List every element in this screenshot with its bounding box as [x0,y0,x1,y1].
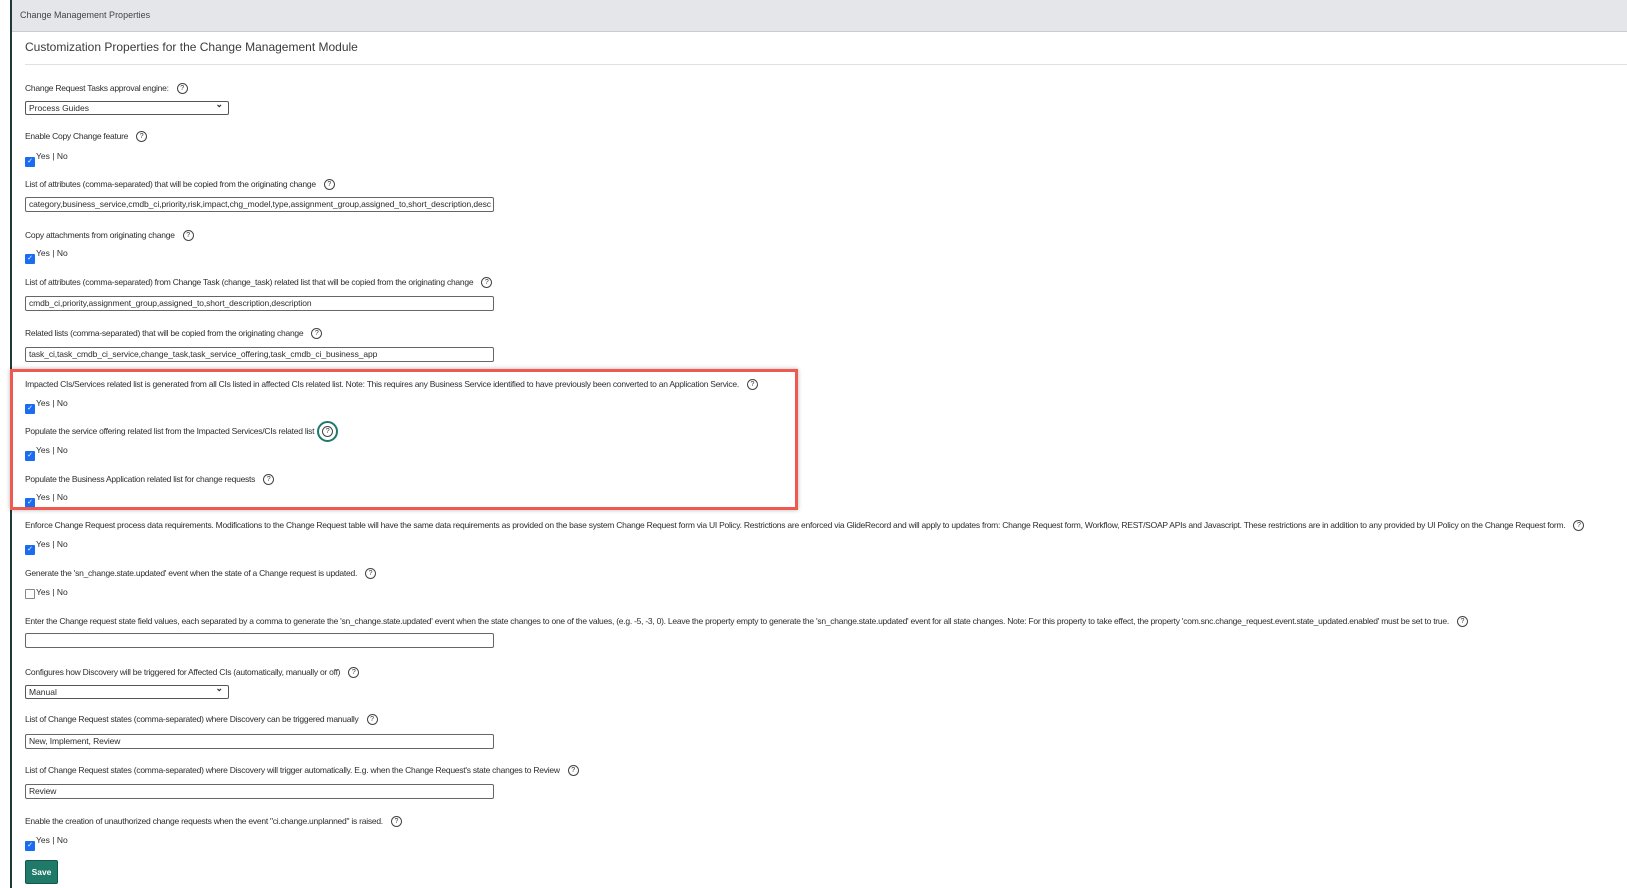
property-text-input[interactable]: category,business_service,cmdb_ci,priori… [25,197,494,212]
property-text-input[interactable]: Review [25,784,494,799]
select-value: Manual [29,687,57,697]
divider [25,64,1627,65]
help-icon[interactable]: ? [176,83,188,95]
no-label: No [56,587,68,597]
header-title: Change Management Properties [20,10,151,20]
separator: | [49,248,57,258]
property-label: List of Change Request states (comma-sep… [25,714,378,726]
yes-no-toggle: ✓Yes | No [25,248,68,264]
chevron-down-icon: ⌄ [215,683,223,693]
yes-label: Yes [36,835,50,845]
chevron-down-icon: ⌄ [215,99,223,109]
property-text-input[interactable] [25,633,494,648]
separator: | [49,587,57,597]
property-checkbox[interactable]: ✓ [25,254,35,264]
yes-label: Yes [36,151,50,161]
yes-no-toggle: ✓Yes | No [25,151,68,167]
property-label-text: Configures how Discovery will be trigger… [25,667,341,677]
page-header: Change Management Properties [12,0,1627,32]
no-label: No [56,151,68,161]
no-label: No [56,539,68,549]
yes-label: Yes [36,587,50,597]
property-label-text: Copy attachments from originating change [25,230,175,240]
property-checkbox[interactable]: ✓ [25,545,35,555]
property-label: Enable Copy Change feature? [25,131,148,143]
help-icon[interactable]: ? [182,230,194,242]
yes-label: Yes [36,539,50,549]
help-icon[interactable]: ? [311,328,323,340]
property-text-input[interactable]: New, Implement, Review [25,734,494,749]
property-checkbox[interactable]: ✓ [25,157,35,167]
property-label: Generate the 'sn_change.state.updated' e… [25,568,377,580]
property-label-text: Enter the Change request state field val… [25,616,1449,626]
highlight-box [10,369,798,510]
help-icon[interactable]: ? [567,765,579,777]
property-label: Related lists (comma-separated) that wil… [25,328,323,340]
yes-label: Yes [36,248,50,258]
yes-no-toggle: Yes | No [25,587,68,599]
property-label: Enforce Change Request process data requ… [25,520,1585,532]
property-label: Configures how Discovery will be trigger… [25,667,360,679]
property-label: List of attributes (comma-separated) tha… [25,179,335,191]
page-title: Customization Properties for the Change … [25,40,358,54]
help-icon[interactable]: ? [390,816,402,828]
separator: | [49,539,57,549]
property-label: Copy attachments from originating change… [25,230,194,242]
help-icon[interactable]: ? [323,179,335,191]
no-label: No [56,248,68,258]
property-label-text: List of Change Request states (comma-sep… [25,714,359,724]
property-label: Enter the Change request state field val… [25,616,1468,628]
property-checkbox[interactable] [25,589,35,599]
help-icon[interactable]: ? [481,277,493,289]
separator: | [49,151,57,161]
property-select[interactable]: Manual ⌄ [25,683,229,699]
property-text-input[interactable]: cmdb_ci,priority,assignment_group,assign… [25,296,494,311]
save-button[interactable]: Save [25,860,58,884]
property-label-text: Change Request Tasks approval engine: [25,83,169,93]
property-label: Enable the creation of unauthorized chan… [25,816,402,828]
property-checkbox[interactable]: ✓ [25,841,35,851]
property-label: Change Request Tasks approval engine:? [25,83,188,95]
help-icon[interactable]: ? [1573,520,1585,532]
yes-no-toggle: ✓Yes | No [25,835,68,851]
property-label-text: Generate the 'sn_change.state.updated' e… [25,568,358,578]
select-value: Process Guides [29,103,89,113]
property-label-text: Enable the creation of unauthorized chan… [25,816,383,826]
property-label-text: List of attributes (comma-separated) tha… [25,179,316,189]
property-label-text: Related lists (comma-separated) that wil… [25,328,304,338]
property-label-text: List of Change Request states (comma-sep… [25,765,560,775]
property-label: List of attributes (comma-separated) fro… [25,277,493,289]
help-icon[interactable]: ? [136,131,148,143]
help-icon[interactable]: ? [1456,616,1468,628]
property-label-text: Enable Copy Change feature [25,131,129,141]
no-label: No [56,835,68,845]
property-label: List of Change Request states (comma-sep… [25,765,579,777]
property-text-input[interactable]: task_ci,task_cmdb_ci_service,change_task… [25,347,494,362]
help-icon[interactable]: ? [366,714,378,726]
help-icon[interactable]: ? [348,667,360,679]
separator: | [49,835,57,845]
property-select[interactable]: Process Guides ⌄ [25,99,229,115]
property-label-text: Enforce Change Request process data requ… [25,520,1566,530]
yes-no-toggle: ✓Yes | No [25,539,68,555]
help-icon[interactable]: ? [365,568,377,580]
property-label-text: List of attributes (comma-separated) fro… [25,277,474,287]
